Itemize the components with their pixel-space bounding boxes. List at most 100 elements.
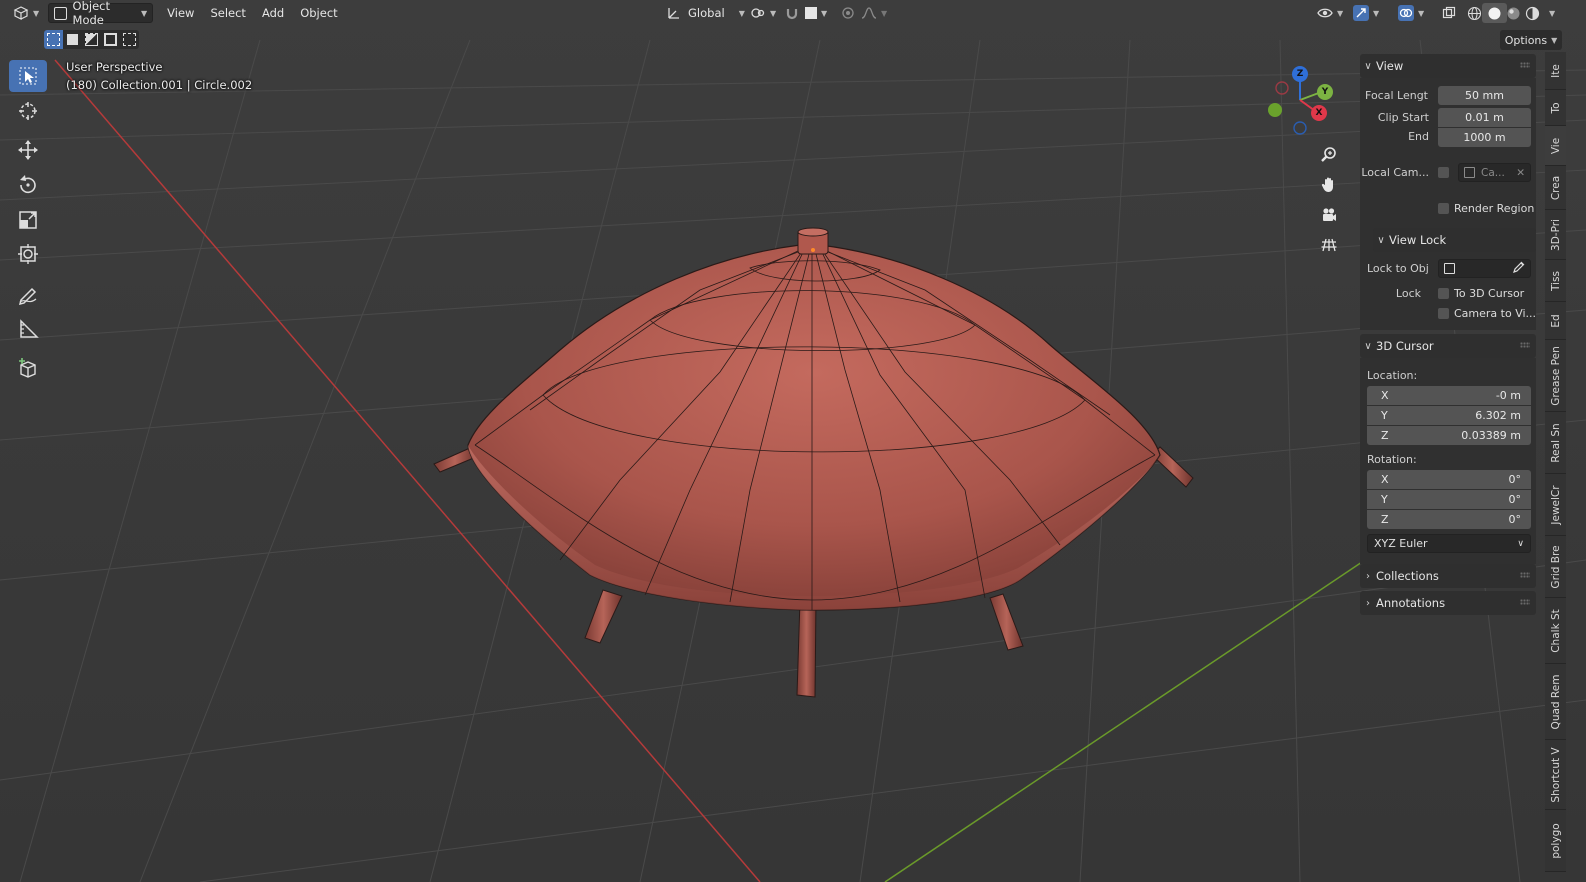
tab-real-snow[interactable]: Real Sn (1545, 412, 1566, 474)
panel-annotations-header[interactable]: › Annotations (1360, 591, 1536, 615)
scale-icon (19, 211, 37, 229)
tool-add-cube[interactable] (9, 352, 47, 384)
local-camera-checkbox[interactable] (1438, 167, 1449, 178)
menu-object[interactable]: Object (292, 3, 345, 23)
xray-toggle[interactable] (1437, 3, 1461, 23)
select-extend-button[interactable] (63, 30, 82, 49)
visibility-dropdown[interactable]: ▼ (1312, 3, 1348, 23)
select-extend-icon (67, 34, 78, 45)
select-subtract-button[interactable] (82, 30, 101, 49)
pivot-point-dropdown[interactable]: ▼ (745, 3, 781, 23)
local-camera-field[interactable]: Ca... ✕ (1458, 163, 1531, 182)
tab-chalk[interactable]: Chalk St (1545, 598, 1566, 664)
tab-tissue[interactable]: Tiss (1545, 260, 1566, 302)
camera-to-view-checkbox[interactable] (1438, 308, 1449, 319)
options-label: Options (1504, 33, 1548, 47)
tool-transform[interactable] (9, 238, 47, 270)
select-intersect-button[interactable] (120, 30, 139, 49)
tool-annotate[interactable] (9, 278, 47, 310)
gizmo-toggle[interactable]: ▼ (1348, 3, 1384, 23)
tool-cursor[interactable] (9, 95, 47, 127)
overlays-icon (1398, 5, 1414, 21)
cursor-icon (19, 102, 37, 120)
tool-rotate[interactable] (9, 169, 47, 201)
tool-measure[interactable] (9, 313, 47, 345)
rotation-y-field[interactable]: Y 0° (1367, 490, 1531, 509)
tool-select-box[interactable] (9, 60, 47, 92)
shading-options-dropdown[interactable]: ▼ (1540, 3, 1560, 23)
mode-label: Object Mode (72, 0, 111, 27)
rotation-x-field[interactable]: X 0° (1367, 470, 1531, 489)
tab-create[interactable]: Crea (1545, 166, 1566, 210)
clip-end-field[interactable]: 1000 m (1438, 128, 1531, 147)
3d-viewport[interactable] (0, 0, 1586, 882)
pivot-icon (750, 6, 766, 20)
tab-grid-bre-label: Grid Bre (1549, 544, 1562, 589)
panel-3d-cursor-header[interactable]: ∨ 3D Cursor (1360, 334, 1536, 358)
tab-grid-bre[interactable]: Grid Bre (1545, 536, 1566, 598)
tab-grease-pencil[interactable]: Grease Pen (1545, 340, 1566, 412)
orthographic-toggle-button[interactable] (1316, 232, 1342, 258)
location-label: Location: (1367, 369, 1418, 382)
rotation-z-field[interactable]: Z 0° (1367, 510, 1531, 529)
camera-view-button[interactable] (1316, 202, 1342, 228)
panel-view-header[interactable]: ∨ View (1360, 54, 1536, 78)
select-new-button[interactable] (44, 30, 63, 49)
render-region-checkbox[interactable] (1438, 203, 1449, 214)
eyedropper-icon[interactable] (1513, 261, 1525, 276)
drag-grip-icon[interactable] (1520, 599, 1530, 605)
drag-grip-icon[interactable] (1520, 62, 1530, 68)
clear-icon[interactable]: ✕ (1516, 167, 1525, 179)
pan-button[interactable] (1316, 172, 1342, 198)
orientation-icon (667, 6, 681, 20)
focal-length-field[interactable]: 50 mm (1438, 86, 1531, 105)
lock-to-3d-cursor-checkbox[interactable] (1438, 288, 1449, 299)
tab-view[interactable]: Vie (1545, 126, 1566, 166)
tab-tool[interactable]: To (1545, 90, 1566, 126)
location-x-field[interactable]: X -0 m (1367, 386, 1531, 405)
gizmo-x-axis[interactable]: X (1311, 105, 1327, 121)
chevron-down-icon: ▼ (770, 8, 777, 18)
rotation-mode-dropdown[interactable]: XYZ Euler ∨ (1367, 534, 1531, 553)
menu-select[interactable]: Select (202, 3, 253, 23)
gizmo-icon (1353, 5, 1369, 21)
mode-dropdown[interactable]: Object Mode ▼ (48, 0, 154, 27)
transform-orientation-dropdown[interactable]: Global ▼ (662, 3, 750, 23)
snap-target-dropdown[interactable]: ▼ (800, 3, 832, 23)
location-z-field[interactable]: Z 0.03389 m (1367, 426, 1531, 445)
tab-tool-label: To (1549, 101, 1562, 114)
tab-quad-remesh[interactable]: Quad Rem (1545, 664, 1566, 740)
select-invert-button[interactable] (101, 30, 120, 49)
panel-view-lock-header[interactable]: ∨ View Lock (1373, 228, 1536, 252)
clip-start-field[interactable]: 0.01 m (1438, 108, 1531, 127)
drag-grip-icon[interactable] (1520, 342, 1530, 348)
lock-to-object-field[interactable] (1438, 259, 1531, 278)
gizmo-y-axis[interactable]: Y (1317, 84, 1333, 100)
orientation-label: Global (688, 6, 725, 20)
tool-scale[interactable] (9, 204, 47, 236)
chevron-down-icon: ▼ (1418, 8, 1425, 18)
rotate-icon (20, 175, 36, 194)
location-y-field[interactable]: Y 6.302 m (1367, 406, 1531, 425)
tab-item[interactable]: Ite (1545, 52, 1566, 90)
falloff-dropdown[interactable]: ▼ (856, 3, 892, 23)
options-dropdown[interactable]: Options ▼ (1500, 30, 1562, 50)
panel-collections-header[interactable]: › Collections (1360, 564, 1536, 588)
menu-view[interactable]: View (159, 3, 202, 23)
tab-edit[interactable]: Ed (1545, 302, 1566, 340)
zoom-button[interactable] (1316, 142, 1342, 168)
menu-add[interactable]: Add (254, 3, 292, 23)
editor-type-button[interactable]: ▼ (8, 3, 44, 23)
zoom-icon (1321, 147, 1336, 162)
tab-3d-print[interactable]: 3D-Pri (1545, 210, 1566, 260)
drag-grip-icon[interactable] (1520, 572, 1530, 578)
add-cube-icon (19, 358, 36, 378)
overlays-toggle[interactable]: ▼ (1393, 3, 1429, 23)
tab-jewelcraft[interactable]: JewelCr (1545, 474, 1566, 536)
snap-increment-icon (805, 7, 817, 19)
rotation-x-axis-label: X (1381, 473, 1389, 486)
tab-shortcut[interactable]: Shortcut V (1545, 740, 1566, 810)
tab-polygon[interactable]: polygo (1545, 810, 1566, 872)
gizmo-z-axis[interactable]: Z (1292, 66, 1308, 82)
tool-move[interactable] (9, 134, 47, 166)
